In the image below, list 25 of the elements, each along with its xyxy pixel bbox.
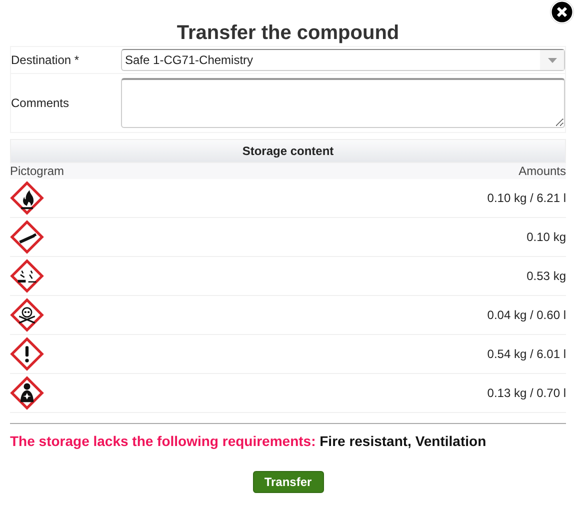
amount-text: 0.04 kg / 0.60 l — [487, 308, 566, 322]
gas-cylinder-icon — [10, 220, 44, 254]
amount-text: 0.54 kg / 6.01 l — [487, 347, 566, 361]
requirements-text: Fire resistant, Ventilation — [320, 433, 486, 449]
caret-icon — [548, 58, 556, 62]
amount-text: 0.10 kg / 6.21 l — [487, 191, 566, 205]
column-header: Amounts — [518, 164, 566, 178]
corrosion-icon — [10, 259, 44, 293]
destination-select[interactable]: Safe 1-CG71-Chemistry — [121, 49, 565, 71]
skull-icon — [10, 298, 44, 332]
transfer-button[interactable]: Transfer — [252, 471, 324, 493]
section-header: Storage content — [10, 139, 566, 163]
amount-text: 0.13 kg / 0.70 l — [487, 386, 566, 400]
warning-label: The storage lacks the following requirements: — [10, 433, 316, 449]
comments-field[interactable] — [121, 78, 565, 128]
column-header: Pictogram — [10, 164, 64, 178]
exclamation-icon — [10, 337, 44, 371]
amount-text: 0.53 kg — [526, 269, 566, 283]
field-label: Destination * — [11, 53, 80, 67]
amount-text: 0.10 kg — [526, 230, 566, 244]
dialog-title: Transfer the compound — [176, 21, 400, 46]
flame-icon — [10, 181, 44, 215]
field-label: Comments — [11, 96, 70, 110]
close-icon[interactable] — [550, 0, 574, 24]
health-hazard-icon — [10, 376, 44, 410]
